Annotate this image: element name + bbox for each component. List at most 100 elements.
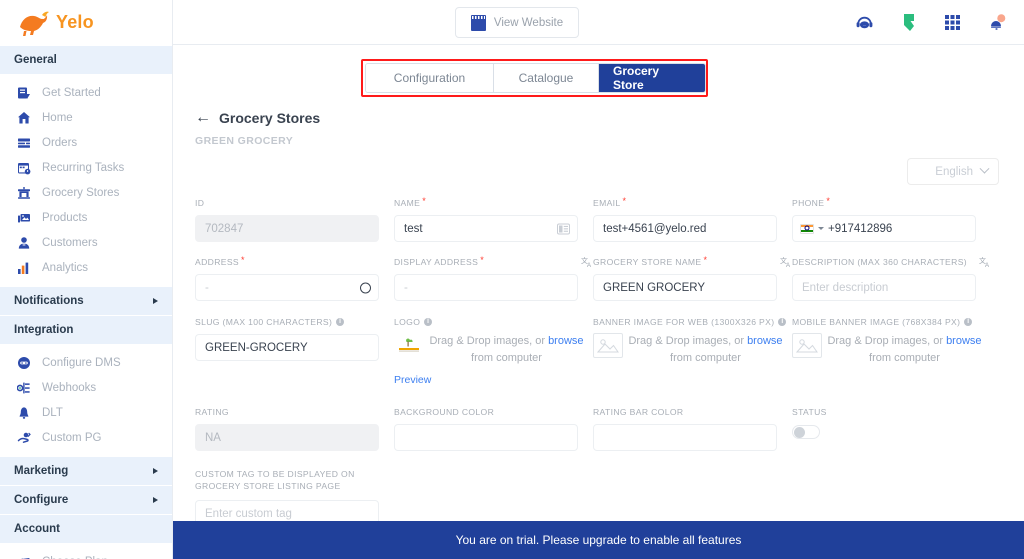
- info-icon[interactable]: i: [778, 317, 787, 326]
- sidebar-item-analytics[interactable]: Analytics: [0, 256, 172, 280]
- custom-tag-input[interactable]: Enter custom tag: [195, 500, 379, 521]
- field-banner-web: BANNER IMAGE FOR WEB (1300X326 PX) i Dra…: [593, 316, 792, 386]
- tab-grocery-store[interactable]: Grocery Store: [599, 64, 705, 92]
- sidebar-item-products[interactable]: Products: [0, 206, 172, 230]
- field-phone-label: PHONE *: [792, 196, 831, 209]
- logo-upload-text: Drag & Drop images, or browse from compu…: [429, 335, 584, 364]
- info-icon[interactable]: i: [964, 317, 973, 326]
- language-select[interactable]: English: [907, 158, 999, 185]
- sidebar-items: Get Started Home Orders Recurring Tasks Groc…: [0, 74, 172, 286]
- banner-mobile-upload-dropzone[interactable]: Drag & Drop images, or browse from compu…: [792, 333, 982, 367]
- card-icon[interactable]: [557, 223, 570, 234]
- sidebar-section-configure[interactable]: Configure: [0, 485, 172, 514]
- image-placeholder-icon: [593, 333, 623, 358]
- logo-browse-link[interactable]: browse: [548, 335, 583, 347]
- main-area: View Website ... Configuration Catalogue…: [173, 0, 1024, 559]
- view-website-button[interactable]: View Website: [455, 7, 579, 38]
- phone-value: +917412896: [828, 222, 893, 235]
- sidebar-item-grocery-stores[interactable]: Grocery Stores: [0, 181, 172, 205]
- field-rating-label: RATING: [195, 407, 229, 417]
- phone-input[interactable]: +917412896: [792, 215, 976, 242]
- required-asterisk: *: [480, 255, 485, 265]
- support-headset-icon[interactable]: ...: [855, 13, 874, 32]
- field-logo: LOGO i: [394, 316, 593, 386]
- sidebar-item-dlt[interactable]: DLT: [0, 401, 172, 425]
- breadcrumb[interactable]: ← Grocery Stores: [173, 98, 1024, 127]
- sidebar-item-orders[interactable]: Orders: [0, 131, 172, 155]
- sidebar-item-home[interactable]: Home: [0, 106, 172, 130]
- status-toggle[interactable]: [792, 425, 820, 439]
- page-content: ← Grocery Stores GREEN GROCERY English I…: [173, 98, 1024, 521]
- name-input[interactable]: test: [394, 215, 578, 242]
- translate-icon[interactable]: 文A: [979, 256, 991, 269]
- email-input[interactable]: test+4561@yelo.red: [593, 215, 777, 242]
- sidebar-items: Choose PlanSettings: [0, 543, 172, 559]
- topbar: View Website ...: [173, 0, 1024, 45]
- field-slug: SLUG (MAX 100 CHARACTERS) i GREEN-GROCER…: [195, 316, 394, 386]
- field-logo-label: LOGO i: [394, 316, 593, 328]
- sidebar-item-get-started[interactable]: Get Started: [0, 81, 172, 105]
- chevron-down-icon: [979, 163, 990, 174]
- banner-web-upload-dropzone[interactable]: Drag & Drop images, or browse from compu…: [593, 333, 783, 367]
- translate-icon[interactable]: 文A: [780, 256, 792, 269]
- form-row-4: RATING NA BACKGROUND COLOR RATING BAR CO…: [195, 406, 1002, 451]
- sidebar-items: Configure DMS Webhooks DLT Custom PG: [0, 344, 172, 456]
- background-color-input[interactable]: [394, 424, 578, 451]
- sidebar: Yelo General Get Started Home Orders Recurri…: [0, 0, 173, 559]
- sidebar-section-notifications[interactable]: Notifications: [0, 286, 172, 315]
- description-input[interactable]: Enter description: [792, 274, 976, 301]
- back-arrow-icon[interactable]: ←: [195, 110, 211, 126]
- logo-preview-link[interactable]: Preview: [394, 374, 593, 386]
- payment-icon: [16, 431, 31, 446]
- id-value: 702847: [205, 222, 244, 235]
- sidebar-item-webhooks[interactable]: Webhooks: [0, 376, 172, 400]
- bolt-icon[interactable]: [899, 13, 918, 32]
- field-id-label: ID: [195, 198, 205, 208]
- sidebar-item-configure-dms[interactable]: Configure DMS: [0, 351, 172, 375]
- field-address-label: ADDRESS *: [195, 255, 245, 268]
- chevron-right-icon: [153, 497, 158, 503]
- sidebar-item-choose-plan[interactable]: Choose Plan: [0, 550, 172, 559]
- country-dropdown-caret-icon[interactable]: [818, 227, 824, 230]
- address-input[interactable]: -: [195, 274, 379, 301]
- field-email-label: EMAIL *: [593, 196, 627, 209]
- field-custom-tag: CUSTOM TAG TO BE DISPLAYED ON GROCERY ST…: [195, 468, 394, 521]
- email-value: test+4561@yelo.red: [603, 222, 707, 235]
- language-select-value: English: [935, 165, 973, 178]
- info-icon[interactable]: i: [424, 317, 433, 326]
- apps-grid-icon[interactable]: [943, 13, 962, 32]
- field-name: NAME * test: [394, 197, 593, 242]
- slug-value: GREEN-GROCERY: [205, 341, 308, 354]
- translate-icon[interactable]: 文A: [581, 256, 593, 269]
- notifications-icon[interactable]: [987, 13, 1006, 32]
- locate-icon[interactable]: [360, 282, 371, 293]
- field-id: ID 702847: [195, 197, 394, 242]
- field-banner-web-label: BANNER IMAGE FOR WEB (1300X326 PX) i: [593, 316, 792, 328]
- grocery-store-form: ID 702847 NAME * test EMAIL * test+4561@…: [195, 197, 1002, 521]
- display-address-input[interactable]: -: [394, 274, 578, 301]
- logo-thumbnail-image: [394, 333, 424, 358]
- info-icon[interactable]: i: [336, 317, 345, 326]
- field-grocery-store-name: GROCERY STORE NAME * 文A GREEN GROCERY: [593, 256, 792, 301]
- slug-input[interactable]: GREEN-GROCERY: [195, 334, 379, 361]
- grocery-store-name-input[interactable]: GREEN GROCERY: [593, 274, 777, 301]
- field-name-label: NAME *: [394, 196, 427, 209]
- calendar-icon: [16, 161, 31, 176]
- required-asterisk: *: [241, 255, 245, 265]
- rating-bar-color-input[interactable]: [593, 424, 777, 451]
- logo-upload-dropzone[interactable]: Drag & Drop images, or browse from compu…: [394, 333, 584, 367]
- sidebar-item-label: Recurring Tasks: [42, 162, 125, 174]
- sidebar-section-title: Account: [14, 523, 60, 535]
- sidebar-section-marketing[interactable]: Marketing: [0, 456, 172, 485]
- banner-web-browse-link[interactable]: browse: [747, 335, 782, 347]
- tab-configuration[interactable]: Configuration: [366, 64, 494, 92]
- form-row-1: ID 702847 NAME * test EMAIL * test+4561@…: [195, 197, 1002, 242]
- sidebar-item-recurring-tasks[interactable]: Recurring Tasks: [0, 156, 172, 180]
- app-root: Yelo General Get Started Home Orders Recurri…: [0, 0, 1024, 559]
- sidebar-item-custom-pg[interactable]: Custom PG: [0, 426, 172, 450]
- tab-catalogue[interactable]: Catalogue: [494, 64, 599, 92]
- banner-mobile-browse-link[interactable]: browse: [946, 335, 981, 347]
- brand[interactable]: Yelo: [0, 0, 172, 45]
- sidebar-item-customers[interactable]: Customers: [0, 231, 172, 255]
- grocery-store-name-value: GREEN GROCERY: [603, 281, 706, 294]
